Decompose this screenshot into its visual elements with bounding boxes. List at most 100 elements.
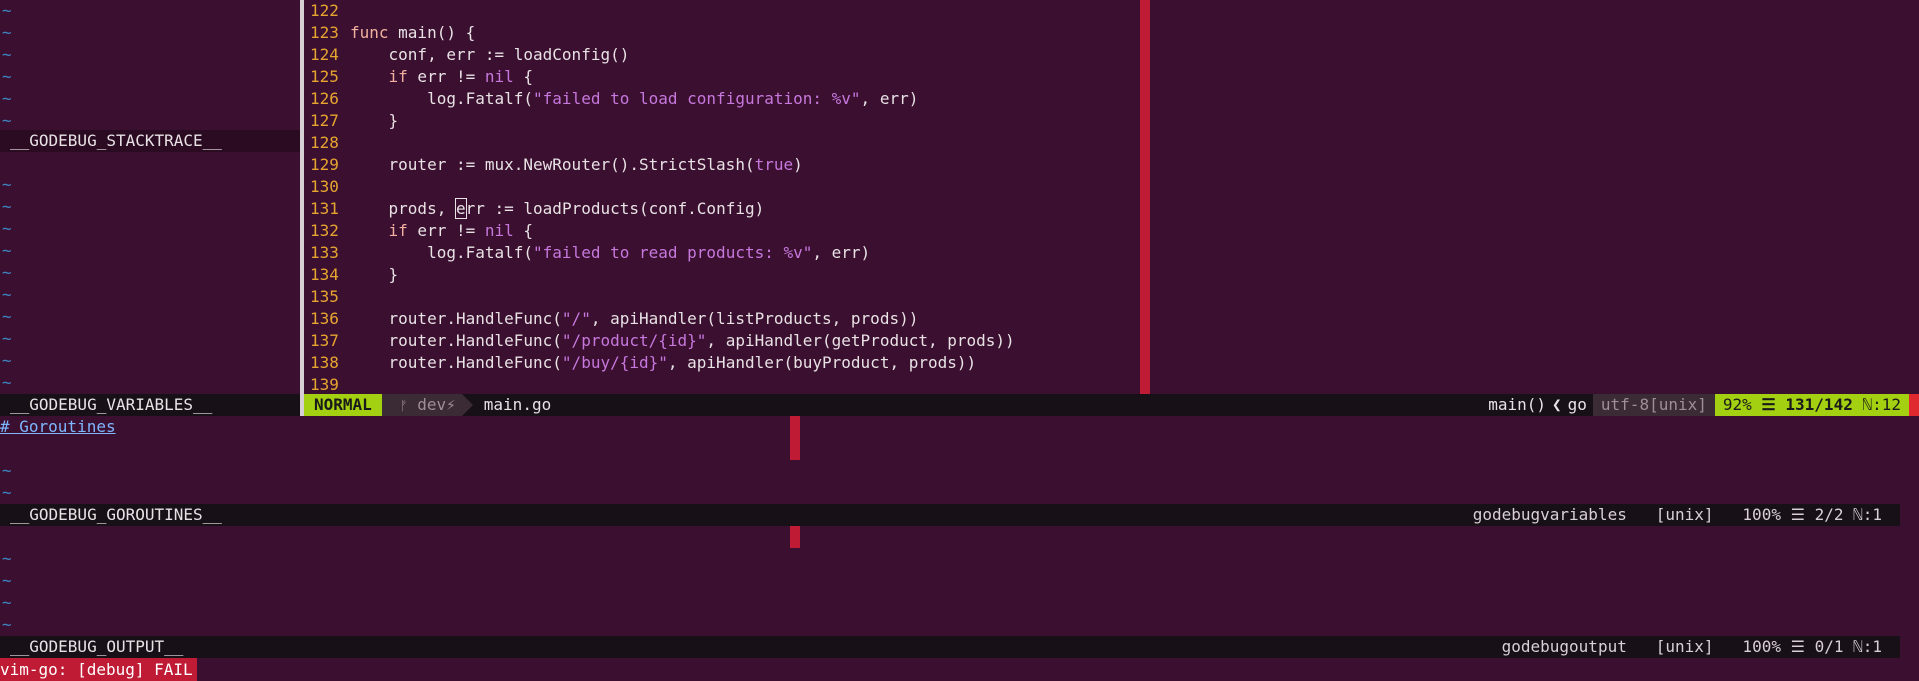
line-number: 125 — [310, 67, 339, 86]
code-text[interactable]: } — [350, 110, 399, 132]
branch-name: dev⚡ — [417, 395, 456, 414]
line-number: 123 — [310, 23, 339, 42]
code-line[interactable]: 134 } — [304, 264, 1919, 286]
cursor-position: 92% ☰ 131/142 ℕ:12 — [1714, 394, 1909, 416]
line-number: 138 — [310, 353, 339, 372]
line-number: 134 — [310, 265, 339, 284]
code-line[interactable]: 130 — [304, 176, 1919, 198]
code-text[interactable]: prods, err := loadProducts(conf.Config) — [350, 198, 764, 220]
code-line[interactable]: 138 router.HandleFunc("/buy/{id}", apiHa… — [304, 352, 1919, 374]
current-function: main() — [1488, 395, 1546, 414]
code-editor[interactable]: 122 123 func main() {124 conf, err := load… — [304, 0, 1919, 394]
output-status: __GODEBUG_OUTPUT__ godebugoutput [unix] … — [0, 636, 1900, 658]
git-branch-icon: ᚠ — [399, 399, 408, 414]
code-lines[interactable]: 122 123 func main() {124 conf, err := load… — [304, 0, 1919, 394]
empty-line-marker: ~ — [2, 593, 12, 612]
empty-line-marker: ~ — [2, 351, 12, 370]
color-column-marker — [790, 526, 800, 548]
code-line[interactable]: 126 log.Fatalf("failed to load configura… — [304, 88, 1919, 110]
line-number: 130 — [310, 177, 339, 196]
empty-line-marker: ~ — [2, 483, 12, 502]
code-text[interactable]: log.Fatalf("failed to load configuration… — [350, 88, 918, 110]
code-line[interactable]: 125 if err != nil { — [304, 66, 1919, 88]
goroutines-status: __GODEBUG_GOROUTINES__ godebugvariables … — [0, 504, 1900, 526]
stacktrace-status: __GODEBUG_STACKTRACE__ — [0, 130, 300, 152]
code-text[interactable]: router.HandleFunc("/", apiHandler(listPr… — [350, 308, 919, 330]
code-line[interactable]: 135 — [304, 286, 1919, 308]
empty-line-marker: ~ — [2, 549, 12, 568]
empty-line-marker: ~ — [2, 67, 12, 86]
line-number: 136 — [310, 309, 339, 328]
command-line-message: vim-go: [debug] FAIL — [0, 658, 197, 681]
code-line[interactable]: 129 router := mux.NewRouter().StrictSlas… — [304, 154, 1919, 176]
output-status-info: godebugoutput [unix] 100% ☰ 0/1 ℕ:1 — [1501, 637, 1882, 656]
line-number: 128 — [310, 133, 339, 152]
column-position: ℕ:12 — [1862, 395, 1901, 414]
empty-line-marker: ~ — [2, 307, 12, 326]
warning-indicator — [1909, 394, 1919, 416]
code-line[interactable]: 127 } — [304, 110, 1919, 132]
output-label: __GODEBUG_OUTPUT__ — [10, 637, 184, 656]
code-line[interactable]: 137 router.HandleFunc("/product/{id}", a… — [304, 330, 1919, 352]
code-text[interactable]: func main() { — [350, 22, 475, 44]
mode-indicator: NORMAL — [304, 394, 393, 416]
empty-line-marker: ~ — [2, 241, 12, 260]
code-text[interactable]: if err != nil { — [350, 220, 534, 242]
goroutines-status-info: godebugvariables [unix] 100% ☰ 2/2 ℕ:1 — [1472, 505, 1882, 524]
goroutines-header[interactable]: # Goroutines — [0, 416, 116, 438]
code-line[interactable]: 132 if err != nil { — [304, 220, 1919, 242]
color-column-marker — [790, 416, 800, 460]
line-number: 132 — [310, 221, 339, 240]
line-number: 133 — [310, 243, 339, 262]
variables-status: __GODEBUG_VARIABLES__ — [0, 394, 300, 416]
empty-line-marker: ~ — [2, 111, 12, 130]
code-line[interactable]: 136 router.HandleFunc("/", apiHandler(li… — [304, 308, 1919, 330]
empty-line-marker: ~ — [2, 23, 12, 42]
code-line[interactable]: 123 func main() { — [304, 22, 1919, 44]
line-number: 137 — [310, 331, 339, 350]
empty-line-marker: ~ — [2, 175, 12, 194]
color-column-marker — [1140, 0, 1150, 394]
code-text[interactable]: log.Fatalf("failed to read products: %v"… — [350, 242, 870, 264]
empty-line-marker: ~ — [2, 373, 12, 392]
empty-line-marker: ~ — [2, 89, 12, 108]
variables-pane[interactable]: ~ ~ ~ ~ ~ ~ ~ ~ ~ ~ — [2, 174, 12, 394]
code-text[interactable]: if err != nil { — [350, 66, 534, 88]
code-text[interactable]: router.HandleFunc("/buy/{id}", apiHandle… — [350, 352, 977, 374]
code-line[interactable]: 133 log.Fatalf("failed to read products:… — [304, 242, 1919, 264]
code-line[interactable]: 131 prods, err := loadProducts(conf.Conf… — [304, 198, 1919, 220]
goroutines-pane[interactable]: ~ ~ — [2, 460, 12, 504]
code-line[interactable]: 139 — [304, 374, 1919, 394]
empty-line-marker: ~ — [2, 1, 12, 20]
file-type: go — [1567, 395, 1587, 414]
code-text[interactable]: router := mux.NewRouter().StrictSlash(tr… — [350, 154, 803, 176]
chevron-left-icon: ❮ — [1552, 395, 1562, 414]
line-position: ☰ 131/142 — [1761, 395, 1853, 414]
line-number: 122 — [310, 1, 339, 20]
line-number: 126 — [310, 89, 339, 108]
line-number: 139 — [310, 375, 339, 394]
file-encoding: utf-8[unix] — [1592, 394, 1715, 416]
line-number: 131 — [310, 199, 339, 218]
empty-line-marker: ~ — [2, 571, 12, 590]
empty-line-marker: ~ — [2, 615, 12, 634]
code-text[interactable]: conf, err := loadConfig() — [350, 44, 630, 66]
text-cursor: e — [455, 198, 467, 219]
code-text[interactable]: } — [350, 264, 399, 286]
branch-segment: ᚠ dev⚡ — [381, 394, 473, 416]
empty-line-marker: ~ — [2, 461, 12, 480]
stacktrace-pane[interactable]: ~ ~ ~ ~ ~ ~ — [0, 0, 300, 395]
file-name: main.go — [483, 395, 552, 414]
code-text[interactable]: router.HandleFunc("/product/{id}", apiHa… — [350, 330, 1015, 352]
empty-line-marker: ~ — [2, 263, 12, 282]
empty-line-marker: ~ — [2, 329, 12, 348]
empty-line-marker: ~ — [2, 197, 12, 216]
editor-statusline: NORMAL ᚠ dev⚡ main.go main() ❮ go utf-8[… — [304, 394, 1919, 416]
code-line[interactable]: 122 — [304, 0, 1919, 22]
code-line[interactable]: 128 — [304, 132, 1919, 154]
code-line[interactable]: 124 conf, err := loadConfig() — [304, 44, 1919, 66]
line-number: 135 — [310, 287, 339, 306]
output-pane[interactable]: ~ ~ ~ ~ — [2, 548, 12, 636]
statusline-right: main() ❮ go utf-8[unix] 92% ☰ 131/142 ℕ:… — [1482, 394, 1919, 416]
goroutines-label: __GODEBUG_GOROUTINES__ — [10, 505, 222, 524]
